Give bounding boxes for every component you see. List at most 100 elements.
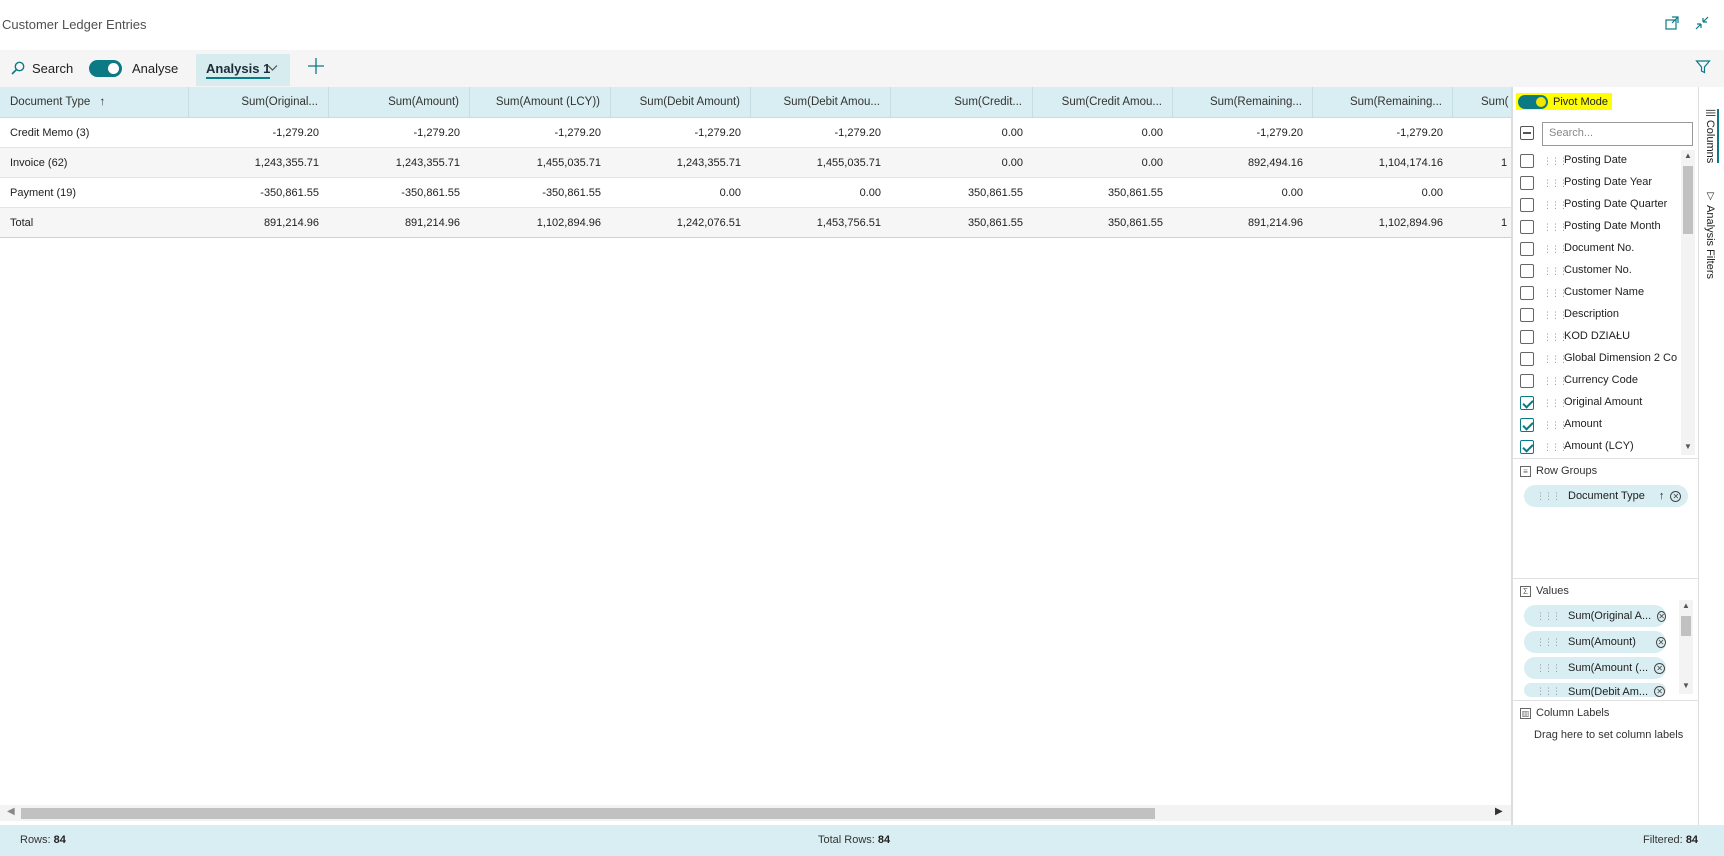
column-labels-section[interactable]: ▥ Column Labels Drag here to set column … (1513, 700, 1699, 825)
list-item[interactable]: ⋮⋮⋮ Original Amount (1513, 392, 1683, 414)
scrollbar-thumb[interactable] (1683, 166, 1693, 234)
column-header[interactable]: Sum(Amount (LCY)) (470, 87, 611, 118)
checkbox-checked[interactable] (1520, 440, 1534, 454)
checkbox[interactable] (1520, 352, 1534, 366)
list-item[interactable]: ⋮⋮⋮ Amount (LCY) (1513, 436, 1683, 455)
scroll-up-icon[interactable]: ▲ (1682, 601, 1690, 610)
table-cell: 350,861.55 (967, 217, 1023, 229)
column-header[interactable]: Sum( (1453, 87, 1511, 118)
checkbox[interactable] (1520, 374, 1534, 388)
column-header[interactable]: Sum(Credit... (891, 87, 1033, 118)
pivot-mode-toggle[interactable]: Pivot Mode (1516, 93, 1613, 110)
checkbox[interactable] (1520, 154, 1534, 168)
search-button[interactable]: Search (10, 60, 73, 76)
remove-icon[interactable]: ✕ (1654, 662, 1666, 674)
value-pill[interactable]: ⋮⋮⋮ Sum(Debit Am... ✕ (1524, 683, 1666, 697)
column-header[interactable]: Sum(Remaining... (1173, 87, 1313, 118)
value-pill[interactable]: ⋮⋮⋮ Sum(Original A... ✕ (1524, 605, 1666, 627)
value-pill[interactable]: ⋮⋮⋮ Sum(Amount (... ✕ (1524, 657, 1666, 679)
column-search-input[interactable]: Search... (1542, 122, 1693, 146)
open-in-new-window-icon[interactable] (1664, 15, 1680, 31)
drag-handle-icon[interactable]: ⋮⋮⋮ (1536, 637, 1561, 648)
column-name: Posting Date (1564, 154, 1627, 166)
tab-analysis-1[interactable]: Analysis 1 (196, 54, 290, 86)
tab-columns[interactable]: ||| Columns (1704, 109, 1719, 164)
list-item[interactable]: ⋮⋮⋮ KOD DZIAŁU (1513, 326, 1683, 348)
list-item[interactable]: ⋮⋮⋮ Posting Date Month (1513, 216, 1683, 238)
value-pill[interactable]: ⋮⋮⋮ Sum(Amount) ✕ (1524, 631, 1666, 653)
column-header[interactable]: Sum(Amount) (329, 87, 470, 118)
select-all-checkbox[interactable] (1520, 126, 1534, 140)
table-row[interactable]: Invoice (62) 1,243,355.71 1,243,355.71 1… (0, 148, 1511, 178)
list-item[interactable]: ⋮⋮⋮ Description (1513, 304, 1683, 326)
table-cell: 350,861.55 (967, 187, 1023, 199)
filtered-count: Filtered: 84 (1643, 834, 1699, 846)
column-header[interactable]: Sum(Original... (189, 87, 329, 118)
checkbox[interactable] (1520, 308, 1534, 322)
drag-handle-icon[interactable]: ⋮⋮⋮ (1536, 491, 1561, 502)
filter-icon[interactable] (1695, 59, 1711, 78)
table-cell: -1,279.20 (1396, 127, 1443, 139)
column-list-scrollbar[interactable]: ▲ ▼ (1681, 150, 1695, 455)
table-cell: 0.00 (1001, 157, 1023, 169)
checkbox[interactable] (1520, 220, 1534, 234)
table-cell: 1,102,894.96 (1378, 217, 1443, 229)
values-scrollbar[interactable]: ▲ ▼ (1679, 600, 1693, 694)
chevron-down-icon[interactable] (267, 62, 278, 76)
scroll-right-icon[interactable]: ▶ (1495, 806, 1503, 817)
remove-icon[interactable]: ✕ (1656, 636, 1666, 648)
analyse-toggle[interactable] (89, 60, 122, 77)
checkbox-checked[interactable] (1520, 396, 1534, 410)
row-groups-header: ≡ Row Groups (1520, 465, 1597, 477)
column-header[interactable]: Sum(Credit Amou... (1033, 87, 1173, 118)
list-item[interactable]: ⋮⋮⋮ Global Dimension 2 Co (1513, 348, 1683, 370)
add-tab-button[interactable] (307, 55, 325, 81)
column-header[interactable]: Sum(Debit Amou... (751, 87, 891, 118)
list-item[interactable]: ⋮⋮⋮ Posting Date Year (1513, 172, 1683, 194)
column-name: Posting Date Month (1564, 220, 1661, 232)
scrollbar-thumb[interactable] (1681, 616, 1691, 636)
drag-handle-icon[interactable]: ⋮⋮⋮ (1536, 611, 1561, 622)
table-row[interactable]: Credit Memo (3) -1,279.20 -1,279.20 -1,2… (0, 118, 1511, 148)
remove-icon[interactable]: ✕ (1654, 686, 1666, 697)
row-group-pill[interactable]: ⋮⋮⋮ Document Type ↑ ✕ (1524, 485, 1688, 507)
checkbox[interactable] (1520, 176, 1534, 190)
checkbox[interactable] (1520, 330, 1534, 344)
pill-label: Sum(Original A... (1568, 610, 1652, 622)
remove-icon[interactable]: ✕ (1670, 490, 1682, 502)
table-row[interactable]: Payment (19) -350,861.55 -350,861.55 -35… (0, 178, 1511, 208)
checkbox[interactable] (1520, 198, 1534, 212)
grid-header: Document Type ↑ Sum(Original... Sum(Amou… (0, 87, 1511, 118)
column-header-document-type[interactable]: Document Type ↑ (0, 87, 189, 118)
sort-ascending-icon[interactable]: ↑ (1659, 490, 1665, 502)
remove-icon[interactable]: ✕ (1657, 610, 1666, 622)
column-header[interactable]: Sum(Remaining... (1313, 87, 1453, 118)
horizontal-scrollbar[interactable]: ◀ ▶ (0, 805, 1511, 821)
table-cell: 0.00 (1141, 127, 1163, 139)
list-item[interactable]: ⋮⋮⋮ Document No. (1513, 238, 1683, 260)
scroll-up-icon[interactable]: ▲ (1684, 151, 1692, 160)
list-item[interactable]: ⋮⋮⋮ Currency Code (1513, 370, 1683, 392)
scroll-down-icon[interactable]: ▼ (1682, 681, 1690, 690)
drag-handle-icon[interactable]: ⋮⋮⋮ (1536, 663, 1561, 674)
tab-analysis-filters[interactable]: ▽ Analysis Filters (1704, 191, 1716, 279)
list-item[interactable]: ⋮⋮⋮ Customer No. (1513, 260, 1683, 282)
scrollbar-thumb[interactable] (21, 808, 1155, 819)
row-groups-label: Row Groups (1536, 465, 1598, 477)
scroll-down-icon[interactable]: ▼ (1684, 442, 1692, 451)
pivot-switch[interactable] (1518, 94, 1548, 109)
list-item[interactable]: ⋮⋮⋮ Posting Date (1513, 150, 1683, 172)
checkbox-checked[interactable] (1520, 418, 1534, 432)
drag-handle-icon[interactable]: ⋮⋮⋮ (1536, 686, 1561, 697)
checkbox[interactable] (1520, 242, 1534, 256)
scroll-left-icon[interactable]: ◀ (7, 806, 15, 817)
checkbox[interactable] (1520, 264, 1534, 278)
total-row[interactable]: Total 891,214.96 891,214.96 1,102,894.96… (0, 208, 1511, 238)
list-item[interactable]: ⋮⋮⋮ Customer Name (1513, 282, 1683, 304)
table-cell (1453, 178, 1511, 208)
list-item[interactable]: ⋮⋮⋮ Amount (1513, 414, 1683, 436)
collapse-icon[interactable] (1694, 15, 1710, 31)
column-header[interactable]: Sum(Debit Amount) (611, 87, 751, 118)
checkbox[interactable] (1520, 286, 1534, 300)
list-item[interactable]: ⋮⋮⋮ Posting Date Quarter (1513, 194, 1683, 216)
